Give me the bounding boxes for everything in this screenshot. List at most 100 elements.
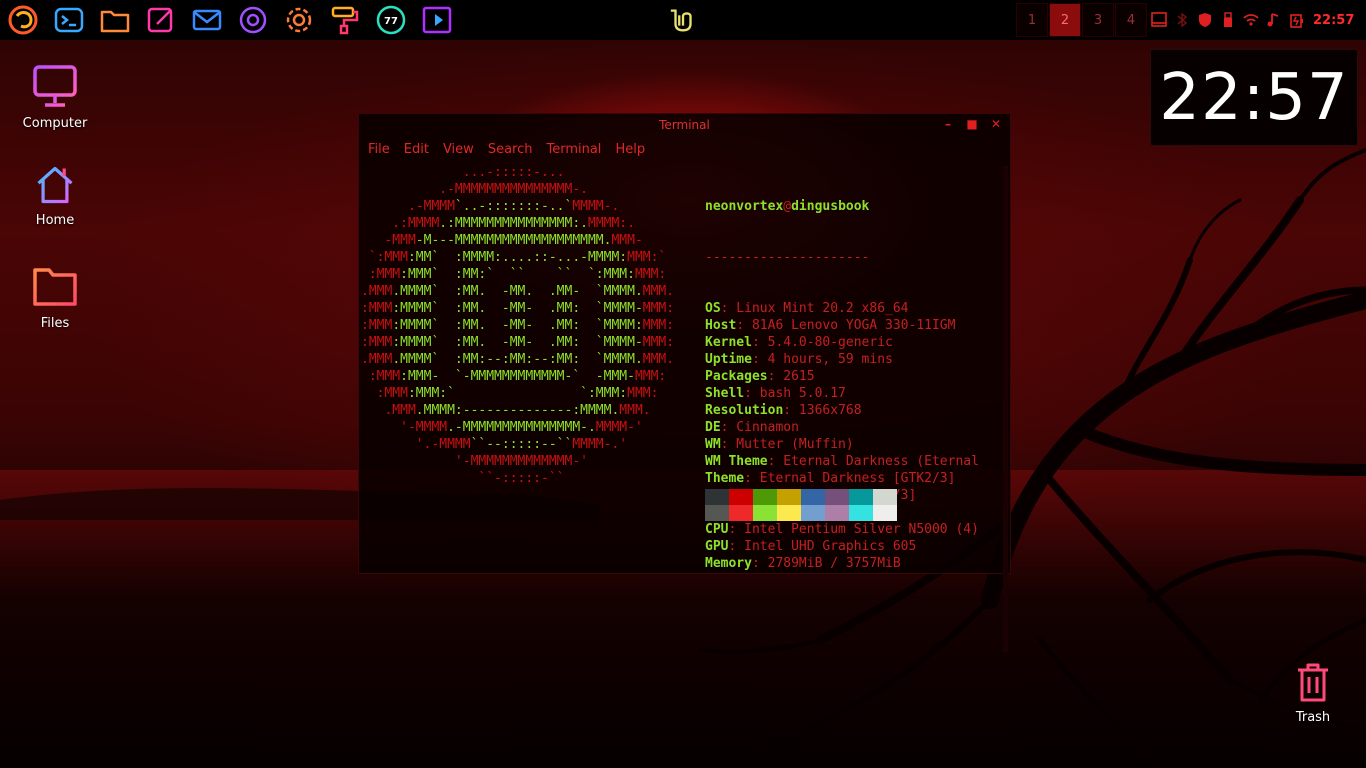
ascii-segment: .:MMMM <box>361 216 440 231</box>
terminal-window: Terminal – ■ ✕ File Edit View Search Ter… <box>358 113 1011 652</box>
info-value: : 5.4.0-80-generic <box>751 335 893 350</box>
ascii-segment: :MMMM` :MM. -MM- .MM: `MMMM- <box>392 301 643 316</box>
info-line: Uptime: 4 hours, 59 mins <box>705 351 979 368</box>
terminal-scrollbar[interactable] <box>1003 166 1008 652</box>
ascii-segment: :MMMM` :MM. -MM- .MM: `MMMM: <box>392 318 643 333</box>
color-swatch <box>729 489 753 505</box>
disk-utility-icon[interactable] <box>232 0 274 40</box>
color-swatch <box>705 505 729 521</box>
menu-search[interactable]: Search <box>488 142 533 157</box>
info-key: WM <box>705 437 721 452</box>
color-swatch <box>753 505 777 521</box>
info-key: GPU <box>705 539 729 554</box>
ascii-segment: MMMM:. <box>588 216 635 231</box>
info-value: : Eternal Darkness (Eternal <box>767 454 979 469</box>
desktop-icon-home[interactable]: Home <box>10 163 100 228</box>
info-value: : Mutter (Muffin) <box>720 437 854 452</box>
ascii-segment: MMM- <box>611 233 643 248</box>
info-line: CPU: Intel Pentium Silver N5000 (4) <box>705 521 979 538</box>
menu-file[interactable]: File <box>368 142 390 157</box>
maximize-icon[interactable]: ■ <box>966 117 978 131</box>
workspace-4-button[interactable]: 4 <box>1115 3 1147 37</box>
ascii-segment: :MMM <box>361 386 408 401</box>
usb-drive-icon[interactable] <box>1219 11 1237 29</box>
speedometer-icon[interactable]: 77 <box>370 0 412 40</box>
desktop-icon-label: Files <box>40 316 70 331</box>
info-line: DE: Cinnamon <box>705 419 979 436</box>
menu-view[interactable]: View <box>443 142 474 157</box>
ascii-line: `:MMM:MM` :MMMM:....::-...-MMMM:MMM:` <box>361 249 674 266</box>
color-palette <box>705 489 897 521</box>
paint-roller-icon[interactable] <box>324 0 366 40</box>
info-value: : 4 hours, 59 mins <box>751 352 893 367</box>
ascii-line: :MMM:MMM- `-MMMMMMMMMMMM-` -MMM-MMM: <box>361 368 674 385</box>
ascii-segment: `:MMM <box>361 250 408 265</box>
battery-icon[interactable] <box>1288 11 1306 29</box>
info-line: Host: 81A6 Lenovo YOGA 330-11IGM <box>705 317 979 334</box>
ascii-segment: :MMM <box>361 318 393 333</box>
info-key: Theme <box>705 471 745 486</box>
show-desktop-icon[interactable] <box>1150 11 1168 29</box>
info-key: OS <box>705 301 721 316</box>
ascii-line: :MMM:MMMM` :MM. -MM- .MM: `MMMM:MMM: <box>361 317 674 334</box>
ascii-segment: .MMMM` :MM:--:MM:--:MM: `MMMM. <box>392 352 643 367</box>
workspace-1-button[interactable]: 1 <box>1016 3 1048 37</box>
ascii-segment: -M---MMMMMMMMMMMMMMMMMMM. <box>415 233 612 248</box>
ascii-segment: :MMM <box>361 301 393 316</box>
desktop-icon-computer[interactable]: Computer <box>10 62 100 131</box>
panel-clock[interactable]: 22:57 <box>1313 13 1354 28</box>
color-swatch <box>873 505 897 521</box>
menu-terminal[interactable]: Terminal <box>546 142 601 157</box>
info-value: : Cinnamon <box>720 420 799 435</box>
info-value: : 1366x768 <box>783 403 862 418</box>
menu-edit[interactable]: Edit <box>404 142 429 157</box>
info-key: WM Theme <box>705 454 768 469</box>
info-value: : 81A6 Lenovo YOGA 330-11IGM <box>736 318 956 333</box>
user-host-line: neonvortex@dingusbook <box>705 198 979 215</box>
desktop-icon-files[interactable]: Files <box>10 262 100 331</box>
info-key: Host <box>705 318 737 333</box>
ascii-segment: :MMM:` `:MMM: <box>407 386 628 401</box>
ascii-line: :MMM:MMM` :MM:` `` `` `:MMM:MMM: <box>361 266 674 283</box>
minimize-icon[interactable]: – <box>942 117 954 131</box>
text-editor-icon[interactable] <box>140 0 182 40</box>
ascii-segment: :MMM- `-MMMMMMMMMMMM-` -MMM- <box>400 369 635 384</box>
clock-desklet: 22:57 <box>1150 49 1358 146</box>
ascii-segment: -MMM <box>361 233 416 248</box>
sound-icon[interactable] <box>1265 11 1283 29</box>
info-key: Uptime <box>705 352 752 367</box>
shield-icon[interactable] <box>1196 11 1214 29</box>
terminal-titlebar[interactable]: Terminal – ■ ✕ <box>359 114 1010 136</box>
color-swatch <box>705 489 729 505</box>
media-player-icon[interactable] <box>416 0 458 40</box>
close-icon[interactable]: ✕ <box>990 117 1002 131</box>
workspace-2-button[interactable]: 2 <box>1049 3 1081 37</box>
desktop-icon-trash[interactable]: Trash <box>1268 660 1358 725</box>
info-line: Resolution: 1366x768 <box>705 402 979 419</box>
info-key: Resolution <box>705 403 784 418</box>
ascii-segment: MMMM-. <box>572 199 620 214</box>
ascii-segment: MMMM-' <box>595 420 643 435</box>
ascii-segment: :MMM <box>361 335 393 350</box>
workspace-3-button[interactable]: 3 <box>1082 3 1114 37</box>
info-line: Kernel: 5.4.0-80-generic <box>705 334 979 351</box>
wifi-icon[interactable] <box>1242 11 1260 29</box>
file-manager-icon[interactable] <box>94 0 136 40</box>
terminal-launcher-icon[interactable] <box>48 0 90 40</box>
mint-menu-icon[interactable] <box>666 4 700 36</box>
mail-icon[interactable] <box>186 0 228 40</box>
bluetooth-icon[interactable] <box>1173 11 1191 29</box>
firefox-icon[interactable] <box>2 0 44 40</box>
menu-help[interactable]: Help <box>615 142 645 157</box>
info-key: Packages <box>705 369 768 384</box>
info-value: : Intel Pentium Silver N5000 (4) <box>728 522 979 537</box>
info-line: GPU: Intel UHD Graphics 605 <box>705 538 979 555</box>
ascii-line: '-MMMM.-MMMMMMMMMMMMMMM-.MMMM-' <box>361 419 674 436</box>
settings-gear-icon[interactable] <box>278 0 320 40</box>
terminal-output[interactable]: ...-:::::-... .-MMMMMMMMMMMMMMM-. .-MMMM… <box>361 164 1000 572</box>
ascii-segment: MMM. <box>619 403 651 418</box>
desktop-icon-label: Computer <box>22 116 88 131</box>
info-value: : 2615 <box>767 369 815 384</box>
ascii-segment: ``--:::::--`` <box>470 437 573 452</box>
info-line: Memory: 2789MiB / 3757MiB <box>705 555 979 572</box>
